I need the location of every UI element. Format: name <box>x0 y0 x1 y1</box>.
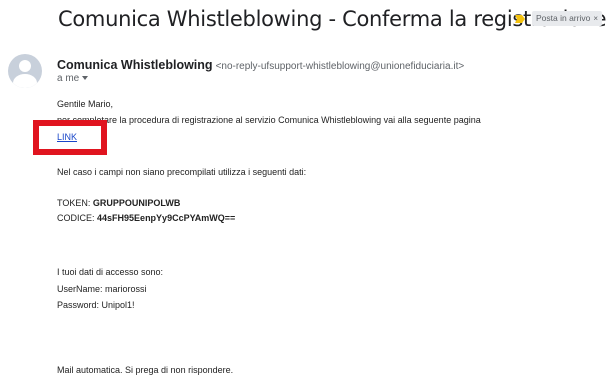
inbox-label-text: Posta in arrivo <box>536 13 591 23</box>
sender-email: <no-reply-ufsupport-whistleblowing@union… <box>215 61 465 72</box>
code-value: 44sFH95EenpYy9CcPYAmWQ== <box>97 213 236 223</box>
token-line: TOKEN: GRUPPOUNIPOLWB <box>57 198 180 208</box>
importance-marker-icon[interactable] <box>515 15 525 23</box>
username-line: UserName: mariorossi <box>57 284 147 294</box>
precompiled-note: Nel caso i campi non siano precompilati … <box>57 167 307 177</box>
recipient-details[interactable]: a me <box>57 73 89 84</box>
remove-label-icon[interactable]: × <box>593 14 598 23</box>
chevron-down-icon[interactable] <box>82 76 89 81</box>
intro-text: per completare la procedura di registraz… <box>57 115 481 125</box>
token-label: TOKEN: <box>57 198 91 208</box>
password-line: Password: Unipol1! <box>57 300 135 310</box>
recipient-text: a me <box>57 73 80 84</box>
token-value: GRUPPOUNIPOLWB <box>92 198 181 208</box>
code-line: CODICE: 44sFH95EenpYy9CcPYAmWQ== <box>57 213 235 223</box>
access-intro: I tuoi dati di accesso sono: <box>57 267 164 277</box>
highlight-box <box>33 120 107 155</box>
sender-info: Comunica Whistleblowing <no-reply-ufsuppo… <box>57 56 464 74</box>
inbox-label-chip: Posta in arrivo × <box>532 11 603 26</box>
default-avatar-icon <box>8 54 42 88</box>
code-label: CODICE: <box>57 213 95 223</box>
sender-name[interactable]: Comunica Whistleblowing <box>57 58 213 72</box>
footer-note: Mail automatica. Si prega di non rispond… <box>57 365 234 375</box>
greeting: Gentile Mario, <box>57 99 114 109</box>
